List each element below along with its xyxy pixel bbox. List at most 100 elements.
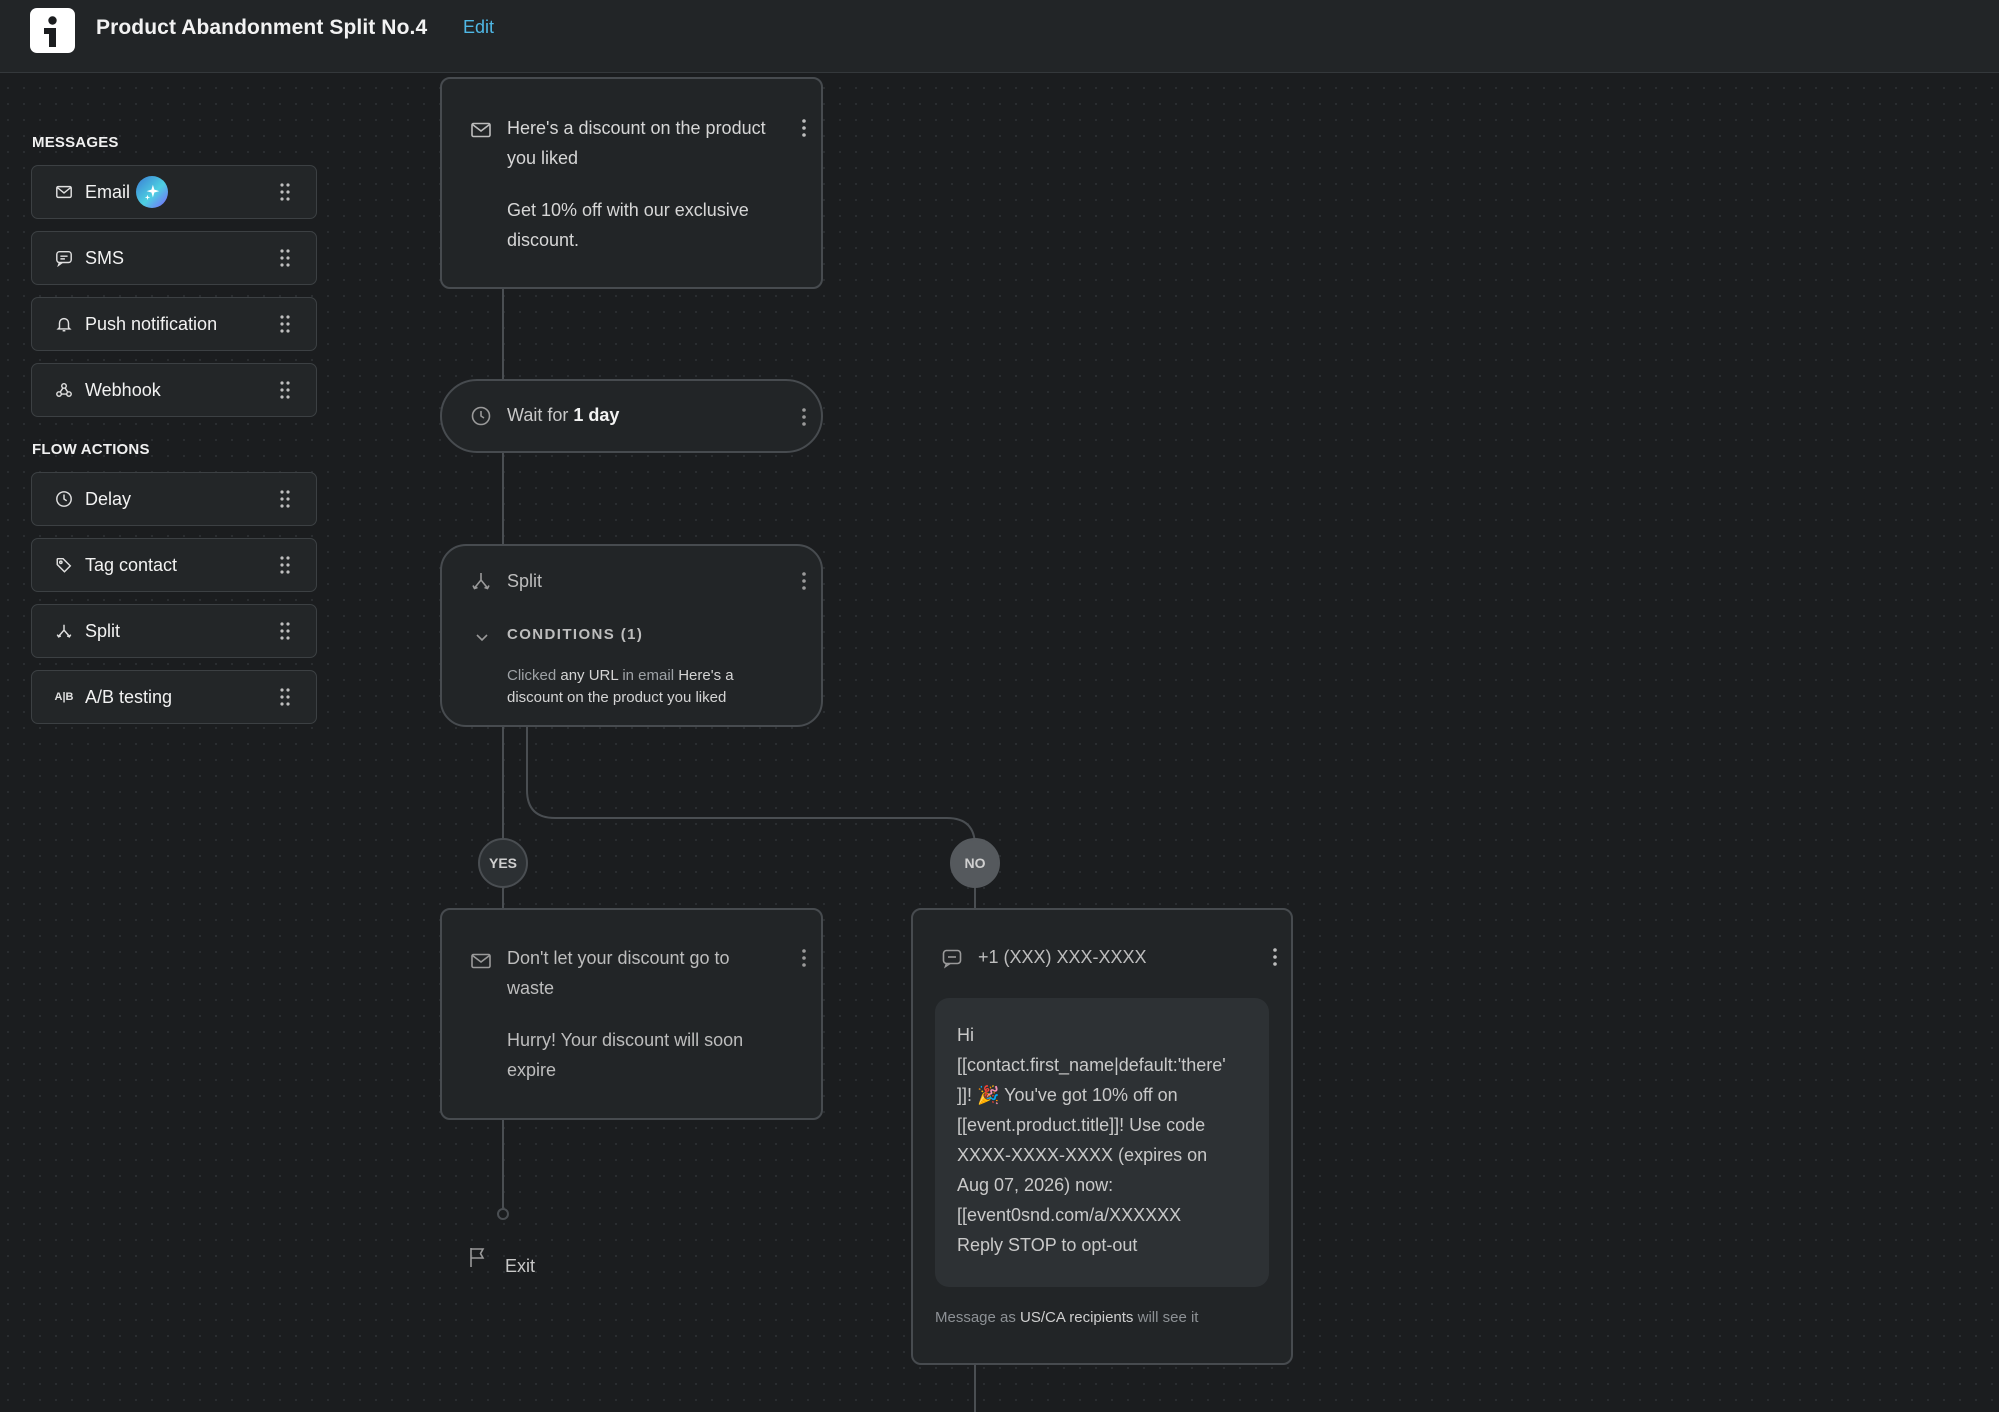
sms-line: [[event.product.title]]! Use code [957,1115,1206,1135]
app-logo[interactable] [30,8,75,53]
palette-item-label: Tag contact [85,554,178,575]
drag-handle-icon[interactable] [280,556,290,574]
chat-icon [941,947,963,969]
email-subject-line: Don't let your discount go to [507,948,730,968]
sms-line: Hi [957,1025,974,1045]
yes-branch-pill: YES [478,838,528,888]
mail-icon [54,182,74,202]
clock-icon [470,405,492,427]
palette-item-split[interactable]: Split [31,604,317,658]
palette-item-label: Email [85,181,131,202]
no-branch-pill: NO [950,838,1000,888]
more-options-icon[interactable] [1271,947,1279,967]
split-title: Split [507,571,543,591]
sms-line: Aug 07, 2026) now: [957,1175,1114,1195]
email-step-card[interactable]: Here's a discount on the product you lik… [440,77,823,289]
cond-text: in email [622,667,675,684]
palette-item-label: Delay [85,488,132,509]
palette-item-label: Webhook [85,379,161,400]
connector-end-dot [497,1208,509,1220]
cond-text: URL [588,667,619,684]
email-preview-line: discount. [507,230,580,250]
email-step-card[interactable]: Don't let your discount go to waste Hurr… [440,908,823,1120]
sms-line: ]]! 🎉 You've got 10% off on [957,1085,1178,1105]
split-icon [54,621,74,641]
top-bar: Product Abandonment Split No.4 Edit [0,0,1999,73]
email-subject-line: you liked [507,148,579,168]
palette-item-tag-contact[interactable]: Tag contact [31,538,317,592]
sms-footer-text: will see it [1137,1309,1199,1326]
palette-item-label: A/B testing [85,686,173,707]
drag-handle-icon[interactable] [280,183,290,201]
sms-phone-number: +1 (XXX) XXX-XXXX [978,947,1147,967]
flag-icon [468,1246,488,1268]
email-subject-line: Here's a discount on the product [507,118,766,138]
connector-line [502,453,504,544]
cond-text: discount on the product you liked [507,689,727,706]
clock-icon [54,489,74,509]
palette-item-email[interactable]: Email [31,165,317,219]
messages-heading: MESSAGES [32,134,119,151]
ab-icon: A|B [54,691,74,703]
flow-actions-heading: FLOW ACTIONS [32,441,150,458]
exit-label: Exit [505,1256,536,1276]
more-options-icon[interactable] [800,948,808,968]
ai-sparkle-icon[interactable] [136,176,169,208]
connector-line [502,1120,504,1213]
palette-item-ab-testing[interactable]: A|B A/B testing [31,670,317,724]
drag-handle-icon[interactable] [280,490,290,508]
palette-item-label: SMS [85,247,125,268]
drag-handle-icon[interactable] [280,688,290,706]
conditions-toggle[interactable]: CONDITIONS (1) [507,626,643,643]
sms-line: [[contact.first_name|default:'there' [957,1055,1226,1075]
connector-line [502,289,504,379]
cond-text: Clicked [507,667,557,684]
flow-title: Product Abandonment Split No.4 [96,16,428,39]
email-preview-line: Hurry! Your discount will soon [507,1030,744,1050]
email-subject: Here's a discount on the product you lik… [507,113,766,173]
email-preview-line: Get 10% off with our exclusive [507,200,749,220]
email-subject-line: waste [507,978,555,998]
palette-item-label: Split [85,620,121,641]
bell-icon [54,314,74,334]
email-preview: Hurry! Your discount will soon expire [507,1025,743,1085]
more-options-icon[interactable] [800,407,808,427]
sms-line: [[event0snd.com/a/XXXXXX [957,1205,1182,1225]
drag-handle-icon[interactable] [280,315,290,333]
cond-text: Here's a [678,667,734,684]
sms-line: XXXX-XXXX-XXXX (expires on [957,1145,1208,1165]
palette-item-sms[interactable]: SMS [31,231,317,285]
delay-duration: 1 day [573,405,620,425]
delay-prefix: Wait for [507,405,569,425]
more-options-icon[interactable] [800,118,808,138]
palette-item-push-notification[interactable]: Push notification [31,297,317,351]
email-preview: Get 10% off with our exclusive discount. [507,195,749,255]
condition-description: Clicked any URL in email Here's a discou… [507,665,734,709]
chevron-down-icon[interactable] [475,630,489,642]
edit-title-link[interactable]: Edit [463,17,494,38]
tag-icon [54,555,74,575]
cond-text: any [560,667,585,684]
sms-line: Reply STOP to opt-out [957,1235,1138,1255]
connector-line [502,887,504,909]
email-subject: Don't let your discount go to waste [507,943,730,1003]
palette-item-webhook[interactable]: Webhook [31,363,317,417]
sms-message-preview: Hi [[contact.first_name|default:'there' … [935,998,1269,1287]
split-icon [470,570,492,592]
sms-recipient-note: Message as US/CA recipients will see it [935,1309,1198,1326]
email-preview-line: expire [507,1060,557,1080]
drag-handle-icon[interactable] [280,249,290,267]
more-options-icon[interactable] [800,571,808,591]
mail-icon [470,950,492,972]
split-step-card[interactable]: Split CONDITIONS (1) Clicked any URL in … [440,544,823,727]
webhook-icon [54,380,74,400]
drag-handle-icon[interactable] [280,622,290,640]
sms-footer-text: Message as [935,1309,1016,1326]
drag-handle-icon[interactable] [280,381,290,399]
palette-item-label: Push notification [85,313,218,334]
sms-footer-recipients: US/CA recipients [1020,1309,1134,1326]
palette-item-delay[interactable]: Delay [31,472,317,526]
mail-icon [470,119,492,141]
delay-step-card[interactable]: Wait for 1 day [440,379,823,453]
chat-icon [54,248,74,268]
